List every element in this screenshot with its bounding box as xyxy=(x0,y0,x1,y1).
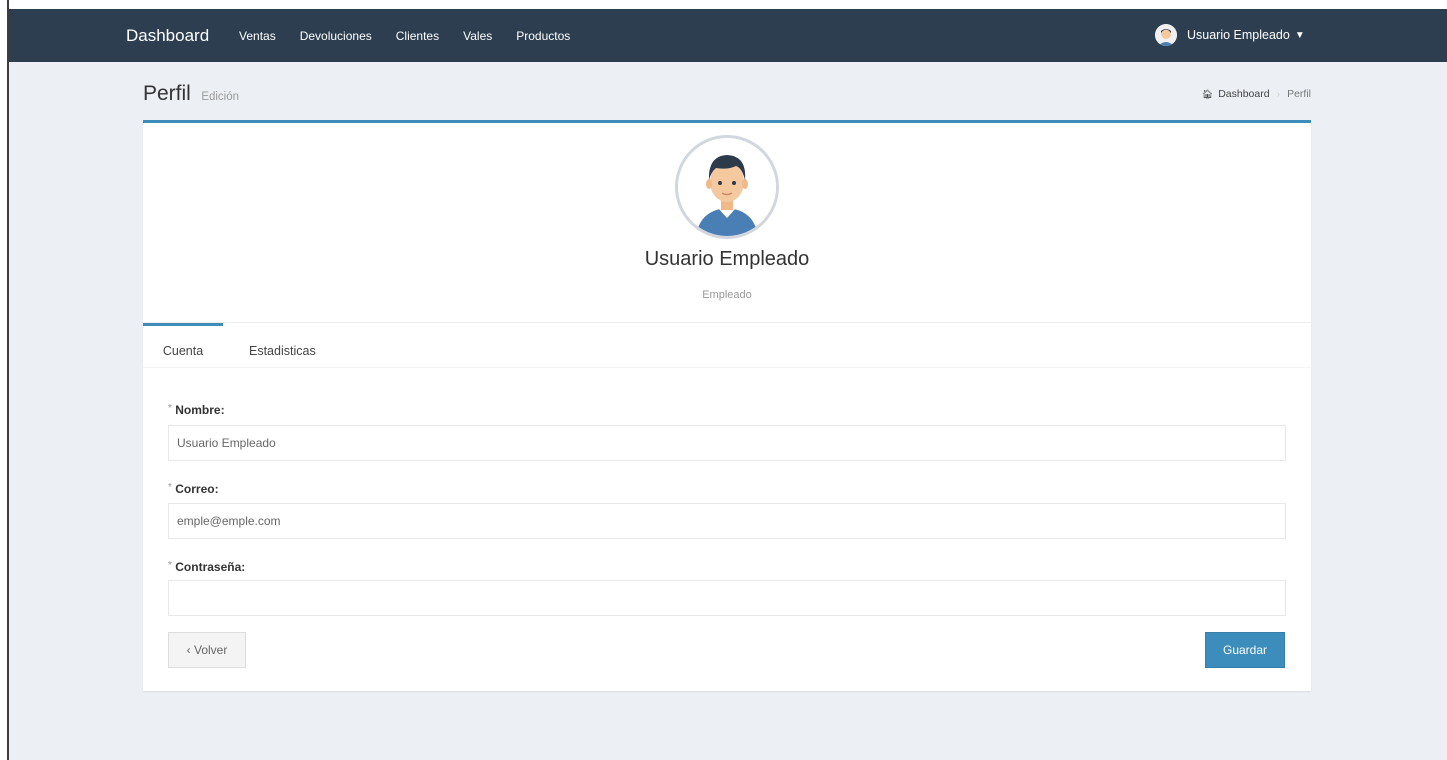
required-mark: * xyxy=(168,560,172,571)
profile-avatar-icon xyxy=(675,135,779,239)
nombre-input[interactable] xyxy=(168,425,1286,461)
required-mark: * xyxy=(168,403,172,414)
window-frame-left xyxy=(0,0,9,760)
required-mark: * xyxy=(168,482,172,493)
top-navbar: Dashboard Ventas Devoluciones Clientes V… xyxy=(9,9,1447,62)
page-title: Perfil xyxy=(143,82,191,105)
window-frame-top xyxy=(0,0,1447,9)
back-button[interactable]: ‹ Volver xyxy=(168,632,246,668)
profile-box: Usuario Empleado Empleado Cuenta Estadis… xyxy=(143,120,1311,691)
nav-link-vales[interactable]: Vales xyxy=(463,29,492,43)
password-input[interactable] xyxy=(168,580,1286,616)
password-label-text: Contraseña: xyxy=(175,560,246,574)
nombre-label-text: Nombre: xyxy=(175,403,225,417)
profile-header: Usuario Empleado Empleado xyxy=(143,123,1311,323)
tab-estadisticas[interactable]: Estadisticas xyxy=(249,323,316,367)
nombre-label: * Nombre: xyxy=(168,403,225,417)
nav-link-devoluciones[interactable]: Devoluciones xyxy=(300,29,372,43)
breadcrumb-current: Perfil xyxy=(1287,88,1311,100)
correo-input[interactable] xyxy=(168,503,1286,539)
correo-label-text: Correo: xyxy=(175,482,219,496)
correo-label: * Correo: xyxy=(168,482,219,496)
password-label: * Contraseña: xyxy=(168,560,245,574)
brand-link[interactable]: Dashboard xyxy=(126,26,209,46)
nav-link-clientes[interactable]: Clientes xyxy=(396,29,439,43)
caret-down-icon: ▼ xyxy=(1294,29,1305,41)
breadcrumb-separator: › xyxy=(1276,88,1281,100)
user-avatar-icon xyxy=(1155,24,1177,46)
content-header: Perfil Edición 🏠︎ Dashboard › Perfil xyxy=(143,82,1311,112)
profile-tabs: Cuenta Estadisticas xyxy=(143,323,1311,368)
user-name: Usuario Empleado xyxy=(1187,28,1290,42)
nav-link-ventas[interactable]: Ventas xyxy=(239,29,276,43)
breadcrumb: 🏠︎ Dashboard › Perfil xyxy=(1202,88,1311,100)
tab-cuenta[interactable]: Cuenta xyxy=(143,323,223,367)
user-menu-toggle[interactable]: Usuario Empleado ▼ xyxy=(1155,24,1305,46)
save-button[interactable]: Guardar xyxy=(1205,632,1285,668)
nav-link-productos[interactable]: Productos xyxy=(516,29,570,43)
home-icon: 🏠︎ xyxy=(1201,88,1214,99)
nav-links: Ventas Devoluciones Clientes Vales Produ… xyxy=(239,29,594,43)
page-subtitle: Edición xyxy=(201,91,240,103)
breadcrumb-dashboard[interactable]: Dashboard xyxy=(1218,88,1269,100)
profile-name: Usuario Empleado xyxy=(644,248,810,270)
profile-role: Empleado xyxy=(702,289,752,301)
